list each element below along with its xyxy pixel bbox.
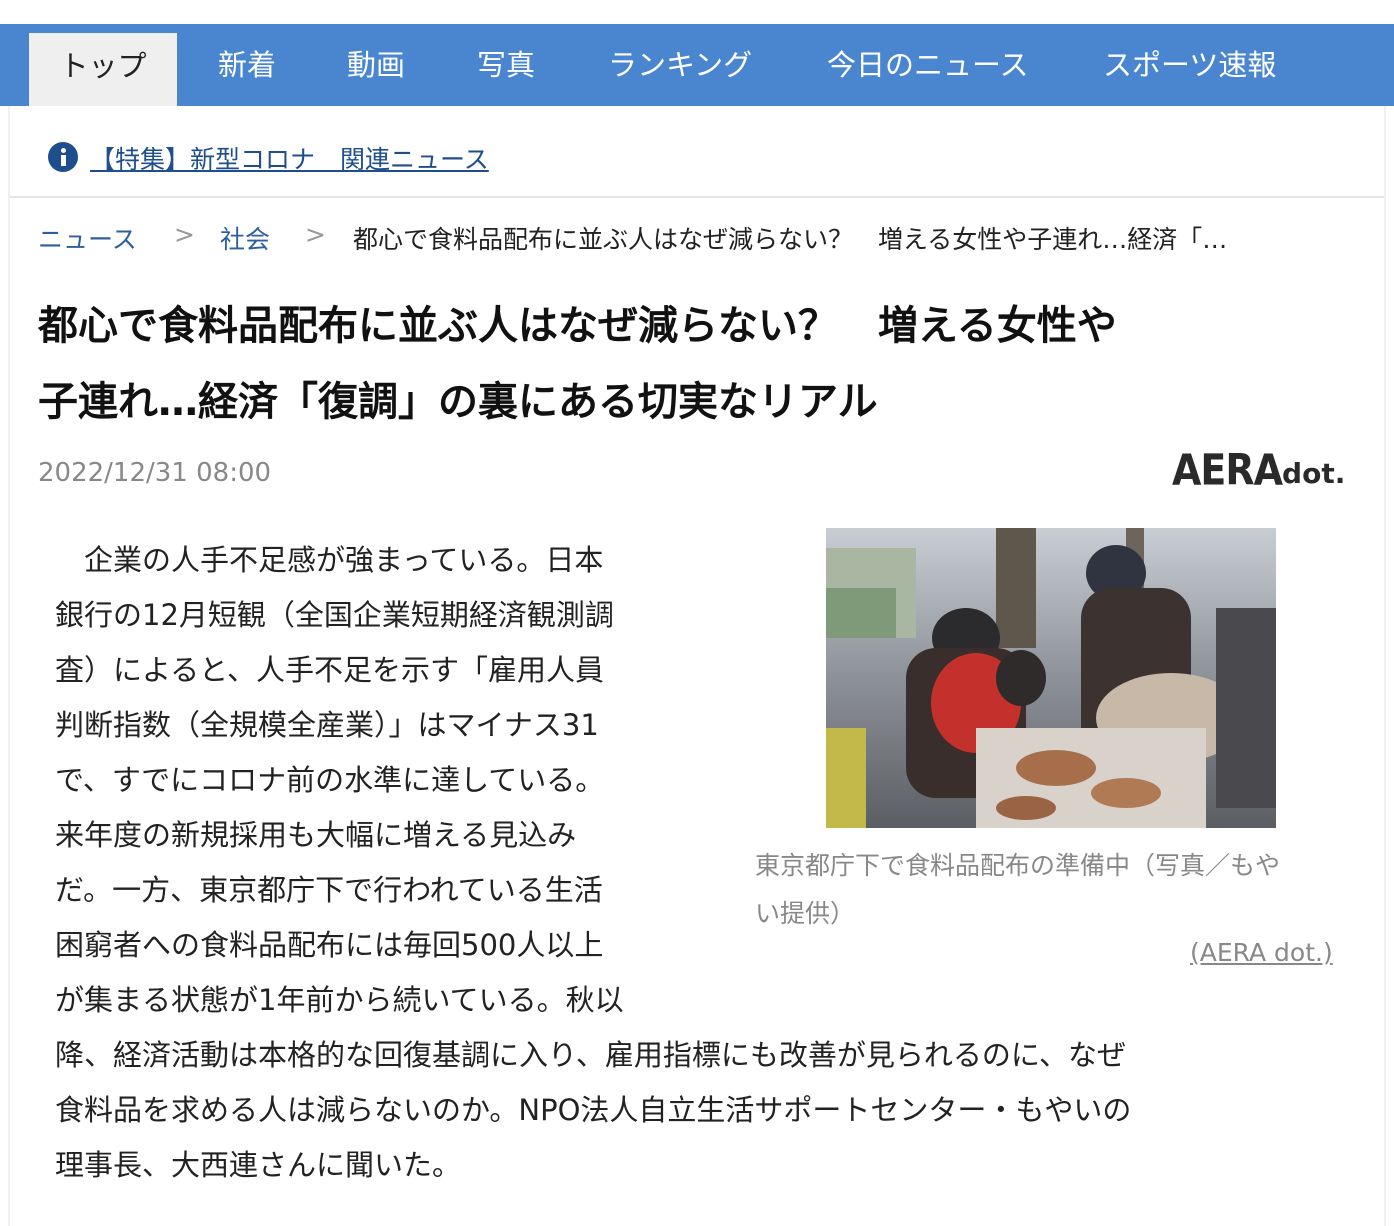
aera-dot-logo[interactable]: AERAdot. (1172, 445, 1346, 498)
breadcrumb-separator: > (305, 220, 326, 249)
body-line: で、すでにコロナ前の水準に達している。 (55, 763, 605, 797)
info-icon (48, 142, 78, 172)
tab-photo[interactable]: 写真 (477, 24, 535, 106)
tab-top[interactable]: トップ (29, 33, 177, 106)
breadcrumb-society[interactable]: 社会 (220, 220, 270, 256)
body-line: 食料品を求める人は減らないのか。NPO法人自立生活サポートセンター・もやいの (55, 1093, 1132, 1127)
frame-border-right (1384, 106, 1386, 1226)
frame-border-left (8, 106, 10, 1226)
body-line: 来年度の新規採用も大幅に増える見込み (55, 818, 577, 852)
body-line: 銀行の12月短観（全国企業短期経済観測調 (55, 598, 614, 632)
body-line: 判断指数（全規模全産業）」はマイナス31 (55, 708, 599, 742)
page: トップ 新着 動画 写真 ランキング 今日のニュース スポーツ速報 【特集】新型… (0, 0, 1394, 1226)
tab-today-news[interactable]: 今日のニュース (827, 24, 1029, 106)
breadcrumb-news[interactable]: ニュース (38, 220, 137, 256)
tab-video[interactable]: 動画 (347, 24, 405, 106)
body-line: 理事長、大西連さんに聞いた。 (55, 1148, 462, 1182)
logo-text: AERA (1172, 445, 1283, 495)
tab-ranking[interactable]: ランキング (608, 24, 752, 106)
breadcrumb-separator: > (174, 220, 195, 249)
body-line: 企業の人手不足感が強まっている。日本 (55, 543, 604, 577)
photo-caption-line: い提供） (755, 899, 856, 928)
headline-line: 都心で食料品配布に並ぶ人はなぜ減らない？ 増える女性や (38, 303, 1117, 349)
logo-subtext: dot. (1282, 457, 1346, 490)
photo-caption-line: 東京都庁下で食料品配布の準備中（写真／もや (755, 851, 1281, 880)
article-headline: 都心で食料品配布に並ぶ人はなぜ減らない？ 増える女性や 子連れ…経済「復調」の裏… (38, 288, 1338, 440)
article-photo[interactable] (826, 528, 1276, 828)
food-distribution-photo (826, 528, 1276, 828)
publish-date: 2022/12/31 08:00 (38, 458, 272, 488)
tab-sports[interactable]: スポーツ速報 (1103, 24, 1276, 106)
body-line: 困窮者への食料品配布には毎回500人以上 (55, 928, 604, 962)
covid-feature-link[interactable]: 【特集】新型コロナ 関連ニュース (90, 140, 489, 176)
headline-line: 子連れ…経済「復調」の裏にある切実なリアル (38, 379, 878, 425)
body-line: だ。一方、東京都庁下で行われている生活 (55, 873, 603, 907)
breadcrumb-current: 都心で食料品配布に並ぶ人はなぜ減らない？ 増える女性や子連れ…経済「… (353, 225, 1228, 254)
global-nav: トップ 新着 動画 写真 ランキング 今日のニュース スポーツ速報 (0, 24, 1394, 106)
body-line: が集まる状態が1年前から続いている。秋以 (55, 983, 624, 1017)
tab-new[interactable]: 新着 (218, 24, 276, 106)
photo-source-link[interactable]: (AERA dot.) (1190, 938, 1333, 967)
body-line: 査）によると、人手不足を示す「雇用人員 (55, 653, 604, 687)
feature-banner: 【特集】新型コロナ 関連ニュース (10, 106, 1384, 198)
body-line: 降、経済活動は本格的な回復基調に入り、雇用指標にも改善が見られるのに、なぜ (55, 1038, 1126, 1072)
